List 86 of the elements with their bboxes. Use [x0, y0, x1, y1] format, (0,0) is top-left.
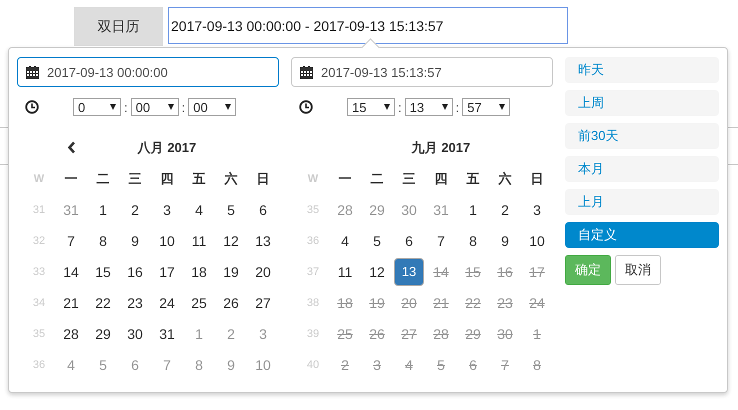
weekday-header: 六 — [497, 170, 512, 188]
field-label: 双日历 — [74, 7, 163, 46]
weekday-header: 六 — [223, 170, 238, 188]
calendar-day[interactable]: 5 — [362, 226, 392, 254]
calendar-day[interactable]: 23 — [120, 288, 150, 316]
time-separator: : — [180, 100, 186, 114]
calendar-day[interactable]: 3 — [522, 196, 552, 224]
previous-month-chevron-icon[interactable] — [66, 141, 76, 154]
calendar-day[interactable]: 3 — [152, 196, 182, 224]
calendar-day[interactable]: 5 — [216, 196, 246, 224]
calendar-day[interactable]: 2 — [490, 196, 520, 224]
range-option[interactable]: 上月 — [565, 189, 719, 215]
calendar-day[interactable]: 24 — [152, 288, 182, 316]
month-title: 八月 2017 — [136, 138, 198, 156]
minute-select[interactable]: 13 — [404, 98, 453, 116]
calendar-day[interactable]: 28 — [56, 320, 86, 348]
calendar-icon — [300, 66, 313, 78]
calendar-day[interactable]: 20 — [248, 258, 278, 286]
weekday-header: 日 — [530, 170, 544, 188]
calendar-day[interactable]: 16 — [120, 258, 150, 286]
date-range-input[interactable]: 2017-09-13 00:00:00 - 2017-09-13 15:13:57 — [168, 7, 568, 44]
time-separator: : — [454, 100, 460, 114]
weekday-header: 五 — [466, 170, 480, 188]
weekday-header: 四 — [160, 170, 174, 188]
calendar-day[interactable]: 13 — [248, 226, 278, 254]
weekday-header: 一 — [338, 170, 352, 188]
calendar-day[interactable]: 6 — [394, 226, 424, 254]
clock-icon — [25, 100, 39, 114]
month-title: 九月 2017 — [410, 138, 472, 156]
calendar-day[interactable]: 7 — [426, 226, 456, 254]
calendar-icon — [26, 66, 39, 78]
calendar-day[interactable]: 31 — [152, 320, 182, 348]
calendar-day[interactable]: 6 — [248, 196, 278, 224]
range-option[interactable]: 昨天 — [565, 57, 719, 83]
second-select[interactable]: 00 — [188, 98, 236, 116]
second-select[interactable]: 57 — [462, 98, 510, 116]
calendar-day[interactable]: 1 — [88, 196, 118, 224]
calendar-day[interactable]: 22 — [88, 288, 118, 316]
calendar-day[interactable]: 8 — [458, 226, 488, 254]
weekday-header: 三 — [128, 170, 142, 188]
calendar-day[interactable]: 19 — [216, 258, 246, 286]
calendar-day[interactable]: 15 — [88, 258, 118, 286]
calendar-day[interactable]: 1 — [458, 196, 488, 224]
calendar-day[interactable]: 27 — [248, 288, 278, 316]
range-option[interactable]: 上周 — [565, 90, 719, 116]
weekday-header: 二 — [96, 170, 110, 188]
date-input[interactable]: 2017-09-13 00:00:00 — [17, 57, 279, 87]
calendar-day[interactable]: 4 — [330, 226, 360, 254]
range-option[interactable]: 前30天 — [565, 123, 719, 149]
time-separator: : — [123, 100, 129, 114]
range-option[interactable]: 本月 — [565, 156, 719, 182]
weekday-header: 四 — [434, 170, 448, 188]
calendar-day[interactable]: 30 — [120, 320, 150, 348]
calendar-day[interactable]: 12 — [216, 226, 246, 254]
calendar-day[interactable]: 29 — [88, 320, 118, 348]
calendar-day[interactable]: 11 — [184, 226, 214, 254]
time-separator: : — [397, 100, 403, 114]
hour-select[interactable]: 15 — [347, 98, 395, 116]
weekday-header: 日 — [256, 170, 270, 188]
weekday-header: 一 — [64, 170, 78, 188]
cancel-button[interactable]: 取消 — [615, 255, 661, 285]
calendar-day[interactable]: 8 — [88, 226, 118, 254]
calendar-day[interactable]: 14 — [56, 258, 86, 286]
calendar-day[interactable]: 25 — [184, 288, 214, 316]
calendar-day[interactable]: 7 — [56, 226, 86, 254]
calendar-day[interactable]: 9 — [120, 226, 150, 254]
date-input[interactable]: 2017-09-13 15:13:57 — [291, 57, 553, 87]
weekday-header: 三 — [402, 170, 416, 188]
weekday-header: 五 — [192, 170, 206, 188]
calendar-day[interactable]: 17 — [152, 258, 182, 286]
calendar-day[interactable]: 11 — [330, 258, 360, 286]
calendar-day[interactable]: 12 — [362, 258, 392, 286]
calendar-day[interactable]: 4 — [184, 196, 214, 224]
calendar-day[interactable]: 26 — [216, 288, 246, 316]
calendar-day[interactable]: 10 — [152, 226, 182, 254]
range-option[interactable]: 自定义 — [565, 222, 719, 248]
calendar-day[interactable]: 21 — [56, 288, 86, 316]
weekday-header: 二 — [370, 170, 384, 188]
hour-select[interactable]: 0 — [73, 98, 121, 116]
calendar-day[interactable]: 10 — [522, 226, 552, 254]
calendar-day[interactable]: 9 — [490, 226, 520, 254]
calendar-day[interactable]: 18 — [184, 258, 214, 286]
clock-icon — [299, 100, 313, 114]
calendar-day[interactable]: 2 — [120, 196, 150, 224]
calendar-day[interactable]: 13 — [394, 258, 424, 286]
minute-select[interactable]: 00 — [130, 98, 179, 116]
